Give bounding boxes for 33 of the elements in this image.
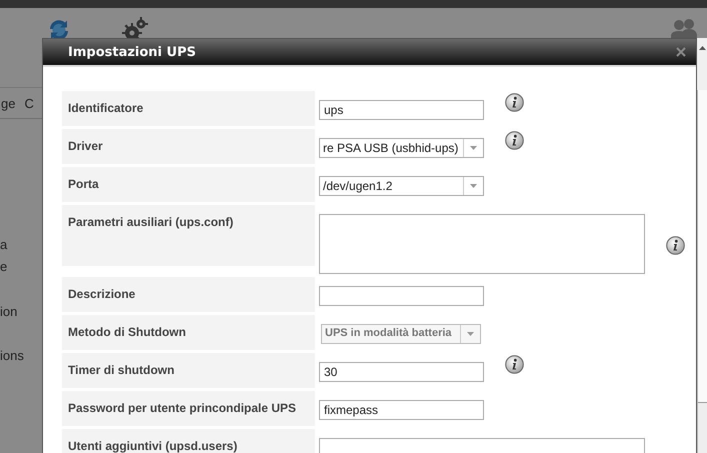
field-label: Parametri ausiliari (ups.conf) <box>68 215 234 231</box>
field-label: Timer di shutdown <box>68 363 174 379</box>
nav-tab[interactable]: C <box>24 96 34 110</box>
field-label: Driver <box>68 139 103 155</box>
text-field[interactable] <box>319 286 484 306</box>
dropdown[interactable]: /dev/ugen1.2 <box>319 176 484 196</box>
caret-icon <box>470 146 477 150</box>
sidebar-item[interactable]: ion <box>0 304 41 326</box>
field-label: Identificatore <box>68 101 144 117</box>
field-label: Descrizione <box>68 287 136 303</box>
info-icon[interactable] <box>666 236 685 255</box>
dialog-title: Impostazioni UPS <box>68 44 197 60</box>
field-label: Metodo di Shutdown <box>68 325 186 341</box>
close-icon[interactable] <box>676 47 686 57</box>
text-area[interactable] <box>319 214 645 274</box>
scrollbar[interactable] <box>697 90 707 453</box>
caret-icon <box>470 184 477 188</box>
nav-tab[interactable]: ge <box>1 96 16 110</box>
scroll-up-icon[interactable] <box>698 46 706 50</box>
caret-icon <box>467 332 474 336</box>
text-field[interactable]: 30 <box>319 362 484 382</box>
sidebar-item[interactable]: ions <box>0 348 41 370</box>
dropdown[interactable]: re PSA USB (usbhid-ups) <box>319 138 484 158</box>
field-label: Password per utente princondipale UPS <box>68 401 296 417</box>
sidebar-item[interactable]: a <box>0 237 41 259</box>
info-icon[interactable] <box>505 93 524 112</box>
sidebar-item[interactable]: e <box>0 259 41 281</box>
info-icon[interactable] <box>505 131 524 150</box>
field-label: Utenti aggiuntivi (upsd.users) <box>68 439 238 453</box>
field-label: Porta <box>68 177 99 193</box>
text-field[interactable]: ups <box>319 100 484 120</box>
text-field[interactable]: fixmepass <box>319 400 484 420</box>
info-icon[interactable] <box>505 355 524 374</box>
